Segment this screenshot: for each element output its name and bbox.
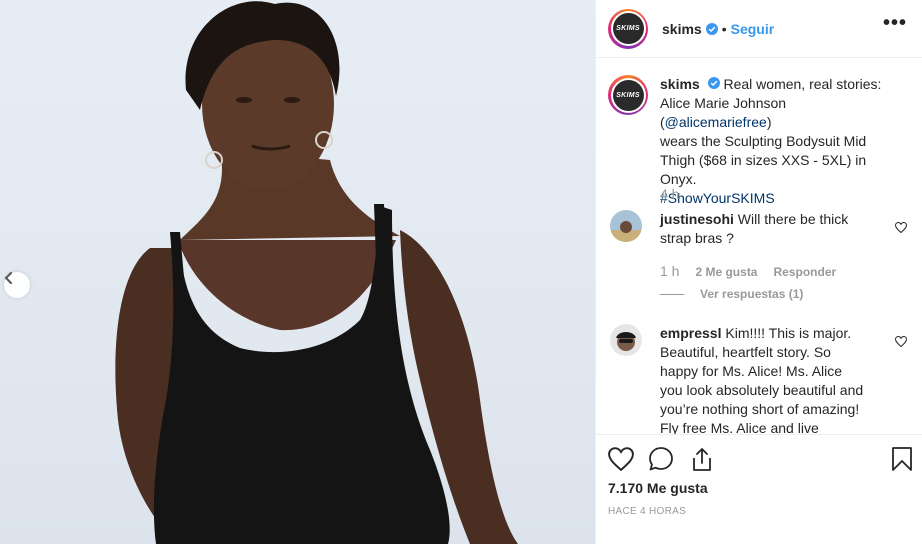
comment-body: Kim!!!! This is major. Beautiful, heartf… [660,325,864,434]
account-username[interactable]: skims [662,21,702,37]
comment-like-icon[interactable] [894,334,908,352]
bookmark-icon[interactable] [891,446,913,477]
hashtag-link[interactable]: #ShowYourSKIMS [660,189,900,208]
heart-icon[interactable] [608,447,634,476]
comment-likes[interactable]: 2 Me gusta [695,265,757,279]
view-replies-button[interactable]: Ver respuestas (1) [660,287,803,301]
follow-button[interactable]: Seguir [731,21,775,37]
comment-username[interactable]: justinesohi [660,211,734,227]
comment-like-icon[interactable] [894,220,908,238]
woman-photo-illustration [115,1,518,544]
verified-badge-icon [705,22,718,35]
previous-slide-button[interactable] [4,272,30,298]
view-replies-label: Ver respuestas (1) [700,287,804,301]
comment-bubble-icon[interactable] [648,446,674,477]
comments-section[interactable]: SKIMS skims Real women, real stories: Al… [596,58,922,434]
comment-item: justinesohi Will there be thick strap br… [610,210,910,248]
separator-dot: • [721,20,727,37]
caption: SKIMS skims Real women, real stories: Al… [608,75,900,208]
comment-text: empressl Kim!!!! This is major. Beautifu… [660,324,865,434]
comment-time[interactable]: 1 h [660,263,679,279]
caption-line-4: Thigh ($68 in sizes XXS - 5XL) in Onyx. [660,152,867,187]
caption-line-3: wears the Sculpting Bodysuit Mid [660,133,867,149]
comment-username[interactable]: empressl [660,325,721,341]
comment-text: justinesohi Will there be thick strap br… [660,210,865,248]
post-timestamp[interactable]: HACE 4 HORAS [608,506,686,517]
account-avatar[interactable]: SKIMS [608,8,648,49]
caption-line-2-suffix: ) [766,114,772,130]
comment-item: empressl Kim!!!! This is major. Beautifu… [610,324,910,434]
post-photo[interactable] [0,0,595,544]
verified-badge-icon [707,77,720,89]
caption-username[interactable]: skims [660,76,700,92]
share-icon[interactable] [690,446,714,477]
caption-time[interactable]: 4 h [660,186,679,202]
commenter-avatar[interactable] [610,324,642,356]
mention-link[interactable]: @alicemariefree [665,114,767,130]
caption-avatar[interactable]: SKIMS [608,75,648,115]
like-count[interactable]: 7.170 Me gusta [608,480,708,496]
post-side-panel: SKIMS skims • Seguir ••• SKIMS skims Rea… [595,0,922,544]
post-header: SKIMS skims • Seguir ••• [596,0,922,58]
comment-meta: 1 h 2 Me gusta Responder [660,263,836,279]
caption-line-1: Real women, real stories: [723,76,882,92]
reply-button[interactable]: Responder [773,265,836,279]
skims-logo: SKIMS [612,13,644,44]
more-options-icon[interactable]: ••• [883,12,907,35]
skims-logo: SKIMS [612,79,644,111]
replies-divider [660,293,684,295]
caption-text: skims Real women, real stories: Alice Ma… [660,75,900,208]
post-actions: 7.170 Me gusta HACE 4 HORAS [596,434,922,544]
chevron-left-icon [4,272,12,284]
commenter-avatar[interactable] [610,210,642,242]
